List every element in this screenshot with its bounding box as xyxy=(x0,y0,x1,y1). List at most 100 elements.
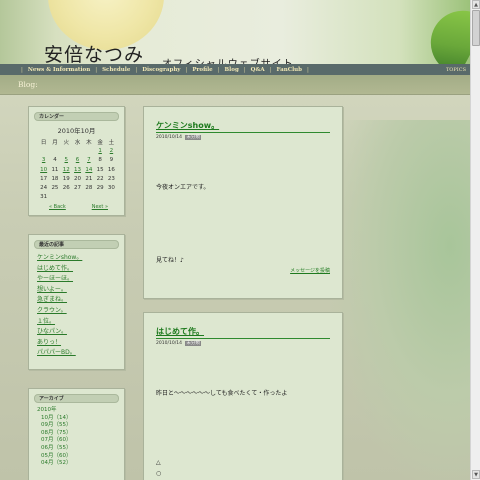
calendar-day[interactable]: 10 xyxy=(38,165,49,174)
background-glow xyxy=(330,120,470,480)
nav-qa[interactable]: Q&A xyxy=(251,67,265,73)
calendar-week-row: 10 11 12 13 14 15 16 xyxy=(38,165,117,174)
calendar-day: 11 xyxy=(51,166,59,173)
calendar-week-row: 17 18 19 20 21 22 23 xyxy=(38,174,117,183)
calendar-day: 8 xyxy=(98,157,102,164)
calendar-day[interactable]: 14 xyxy=(83,165,94,174)
scroll-down-icon[interactable]: ▼ xyxy=(472,470,480,479)
archive-month[interactable]: 09月（55） xyxy=(37,422,124,430)
calendar-day: 30 xyxy=(107,185,115,192)
page: 安倍なつみ オフィシャルウェブサイト | News & Information … xyxy=(0,0,470,480)
calendar-day: 15 xyxy=(96,166,104,173)
post-meta: 2010/10/14 未分類 xyxy=(156,134,330,140)
calendar-day[interactable]: 12 xyxy=(61,165,72,174)
recent-item[interactable]: パパパーBD。 xyxy=(37,348,124,359)
nav-separator: | xyxy=(243,66,246,73)
calendar-prev-link[interactable]: « Back xyxy=(49,204,66,210)
post-body-line: ○ xyxy=(156,470,162,477)
calendar-week-row: 3456789 xyxy=(38,156,117,165)
recent-item[interactable]: ケンミンshow。 xyxy=(37,253,124,264)
nav-discography[interactable]: Discography xyxy=(142,67,180,73)
calendar-day: 22 xyxy=(96,175,104,182)
nav-separator: | xyxy=(269,66,272,73)
calendar-weekday: 土 xyxy=(108,139,115,146)
recent-item[interactable]: 想いよー。 xyxy=(37,285,124,296)
calendar-day: 20 xyxy=(74,175,82,182)
nav-separator: | xyxy=(21,66,23,73)
recent-item[interactable]: 急ぎまね。 xyxy=(37,295,124,306)
calendar-nav: « Back Next » xyxy=(29,202,124,210)
calendar-day[interactable]: 3 xyxy=(38,156,49,165)
post-date: 2010/10/14 xyxy=(156,341,182,346)
post-comment-link[interactable]: メッセージを投稿 xyxy=(290,267,330,274)
post-title[interactable]: ケンミンshow。 xyxy=(156,120,330,133)
calendar-day[interactable]: 6 xyxy=(72,156,83,165)
calendar-widget: カレンダー 2010年10月 日月火水木金土 1 2 3 4 5 6 7 8 9 10 11 12 13 1… xyxy=(28,106,125,216)
post-meta: 2010/10/14 未分類 xyxy=(156,340,330,346)
archive-list: 2010年 10月（14） 09月（55） 08月（75） 07月（60） 06… xyxy=(29,407,124,468)
recent-item[interactable]: はじめて作。 xyxy=(37,264,124,275)
calendar-grid: 日月火水木金土 1 2 3 4 5 6 7 8 9 10 11 12 13 14 15 16 17 18 19 20 21… xyxy=(38,137,117,202)
calendar-day xyxy=(94,193,105,202)
calendar-day xyxy=(49,193,60,202)
post-category[interactable]: 未分類 xyxy=(185,341,201,346)
nav-topics[interactable]: TOPICS xyxy=(446,67,466,73)
calendar-day[interactable]: 1 xyxy=(94,146,105,155)
calendar-week-row: 24 25 26 27 28 29 30 xyxy=(38,183,117,192)
calendar-day xyxy=(106,193,117,202)
post-title[interactable]: はじめて作。 xyxy=(156,326,330,339)
calendar-day[interactable]: 5 xyxy=(61,156,72,165)
blog-post: はじめて作。 2010/10/14 未分類 昨日と～～～～～～しても食べたくて・… xyxy=(143,312,343,480)
calendar-day: 27 xyxy=(74,185,82,192)
calendar-day: 18 xyxy=(51,175,59,182)
nav-fanclub[interactable]: FanClub xyxy=(277,67,302,73)
vertical-scrollbar[interactable]: ▲ ▼ xyxy=(470,0,480,480)
moon-illustration xyxy=(48,0,164,50)
calendar-day: 29 xyxy=(96,185,104,192)
header-banner: 安倍なつみ オフィシャルウェブサイト xyxy=(0,0,470,64)
leaf-illustration xyxy=(419,0,470,64)
site-subtitle: オフィシャルウェブサイト xyxy=(162,55,294,64)
calendar-day: 26 xyxy=(62,185,70,192)
calendar-day: 4 xyxy=(53,157,57,164)
nav-separator: | xyxy=(185,66,188,73)
archive-month[interactable]: 07月（60） xyxy=(37,437,124,445)
calendar-day: 25 xyxy=(51,185,59,192)
blog-post: ケンミンshow。 2010/10/14 未分類 今夜オンエアです。 見てね！♪… xyxy=(143,106,343,299)
nav-blog[interactable]: Blog xyxy=(225,67,239,73)
post-category[interactable]: 未分類 xyxy=(185,135,201,140)
archive-month[interactable]: 06月（55） xyxy=(37,445,124,453)
calendar-day: 19 xyxy=(62,175,70,182)
calendar-weekday: 月 xyxy=(52,139,58,146)
calendar-next-link[interactable]: Next » xyxy=(92,204,108,210)
recent-item[interactable]: ありっ！ xyxy=(37,338,124,349)
recent-item[interactable]: ひなパン。 xyxy=(37,327,124,338)
calendar-day xyxy=(61,146,72,155)
nav-separator: | xyxy=(217,66,220,73)
recent-posts-widget: 最近の記事 ケンミンshow。 はじめて作。 やーほーほ。 想いよー。 急ぎまね… xyxy=(28,234,125,370)
nav-news[interactable]: News & Information xyxy=(28,67,90,73)
post-date: 2010/10/14 xyxy=(156,135,182,140)
calendar-day[interactable]: 7 xyxy=(83,156,94,165)
archive-month[interactable]: 04月（52） xyxy=(37,460,124,468)
calendar-day xyxy=(72,146,83,155)
calendar-day xyxy=(83,193,94,202)
nav-profile[interactable]: Profile xyxy=(192,67,212,73)
calendar-day[interactable]: 2 xyxy=(106,146,117,155)
recent-item[interactable]: クラウン。 xyxy=(37,306,124,317)
scroll-thumb[interactable] xyxy=(472,10,480,46)
site-title[interactable]: 安倍なつみ xyxy=(44,46,144,65)
scroll-up-icon[interactable]: ▲ xyxy=(472,0,480,9)
recent-item[interactable]: １位。 xyxy=(37,317,124,328)
calendar-day[interactable]: 13 xyxy=(72,165,83,174)
section-bar: Blog: xyxy=(0,75,470,95)
calendar-weekday: 火 xyxy=(63,139,69,146)
calendar-day: 23 xyxy=(107,175,115,182)
calendar-day: 24 xyxy=(40,185,48,192)
nav-separator: | xyxy=(135,66,138,73)
recent-item[interactable]: やーほーほ。 xyxy=(37,274,124,285)
archive-year[interactable]: 2010年 xyxy=(37,407,124,415)
calendar-day xyxy=(72,193,83,202)
calendar-day: 16 xyxy=(107,166,115,173)
nav-schedule[interactable]: Schedule xyxy=(102,67,130,73)
